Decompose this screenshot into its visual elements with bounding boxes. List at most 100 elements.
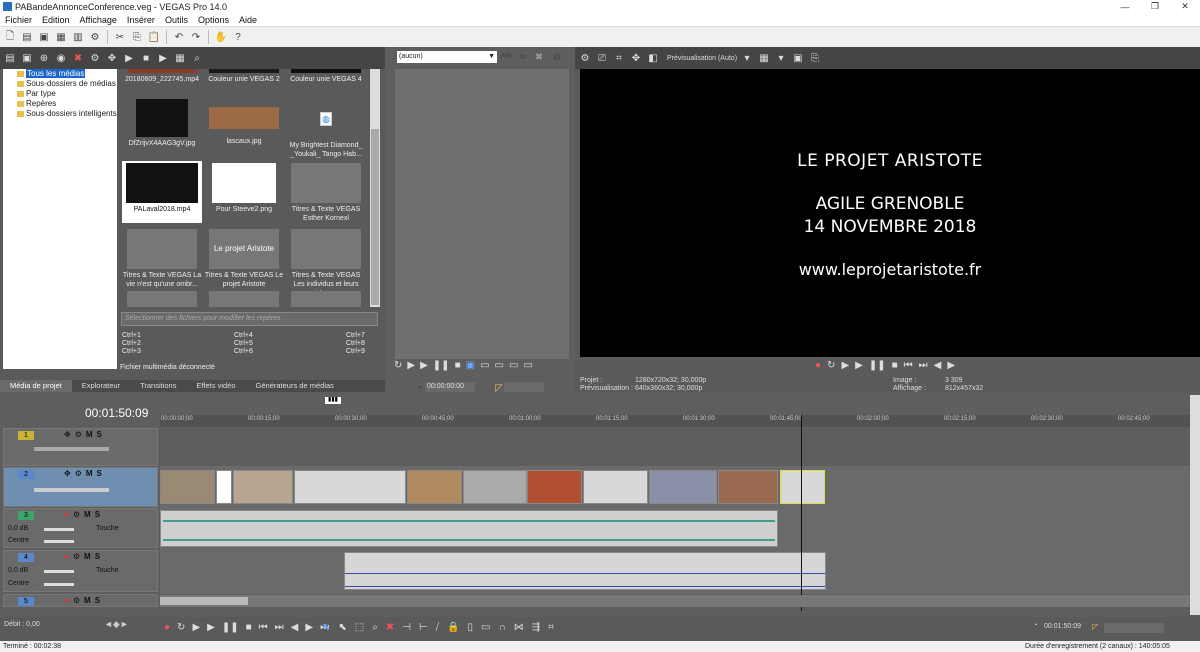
media-item[interactable]: Titres & Texte VEGAS Les individus et le… — [286, 229, 366, 298]
menu-outils[interactable]: Outils — [160, 15, 193, 25]
preview-screen[interactable]: LE PROJET ARISTOTE AGILE GRENOBLE 14 NOV… — [580, 69, 1200, 357]
arm-record-icon[interactable]: ● — [64, 510, 69, 519]
lock-icon[interactable]: 🔒 — [447, 622, 459, 633]
video-track-2-lane[interactable] — [160, 468, 1190, 506]
zoom-tool-icon[interactable]: ⌕ — [372, 622, 378, 633]
snapping-icon[interactable]: ∩ — [499, 622, 506, 633]
delete-icon[interactable]: ✖ — [386, 622, 394, 633]
normal-edit-tool-icon[interactable]: ⬉ — [322, 622, 330, 633]
event-fx-icon[interactable]: ⌗ — [548, 622, 554, 633]
mark-icon[interactable]: ▭ — [523, 360, 532, 371]
shortcut-label[interactable]: Ctrl+7 — [346, 332, 376, 339]
delete-icon[interactable]: ✖ — [532, 50, 546, 64]
import-media-icon[interactable]: ▤ — [3, 51, 17, 65]
play-icon[interactable]: ▶ — [855, 360, 863, 371]
go-end-icon[interactable]: ⏭ — [275, 622, 284, 633]
volume-slider[interactable] — [44, 528, 74, 531]
copy-snapshot-icon[interactable]: ⎘ — [808, 51, 822, 65]
tab-transitions[interactable]: Transitions — [130, 380, 186, 392]
tree-item-smart-subfolders[interactable]: Sous-dossiers intelligents — [3, 109, 117, 119]
go-start-icon[interactable]: ⏮ — [259, 622, 268, 633]
media-item[interactable]: Pour Steeve2.png — [204, 163, 284, 214]
media-item[interactable]: Couleur unie VEGAS 2 — [204, 69, 284, 84]
track-header-2[interactable]: 2 ✥ ⚙ M S — [3, 467, 158, 507]
media-item[interactable]: 20180609_222745.mp4 — [122, 69, 202, 84]
volume-envelope[interactable] — [345, 573, 825, 574]
snapshot-icon[interactable]: ▣ — [791, 51, 805, 65]
media-item-selected[interactable]: PALaval2018.mp4 — [122, 161, 202, 223]
video-clip[interactable] — [160, 470, 215, 504]
shortcut-label[interactable]: Ctrl+8 — [346, 340, 376, 347]
next-frame-icon[interactable]: ▶ — [947, 360, 955, 371]
media-fx-icon[interactable]: ⚙ — [88, 51, 102, 65]
auto-preview-icon[interactable]: ▶ — [156, 51, 170, 65]
views-icon[interactable]: ▦ — [173, 51, 187, 65]
overwrite-icon[interactable]: ▭ — [495, 360, 504, 371]
go-start-icon[interactable]: ⏮ — [904, 360, 913, 371]
shortcut-label[interactable]: Ctrl+2 — [122, 340, 234, 347]
split-icon[interactable]: ⧸ — [436, 622, 439, 633]
stop-icon[interactable]: ■ — [892, 360, 898, 371]
plugin-icon[interactable]: ✋ — [214, 30, 228, 44]
get-media-icon[interactable]: ⊕ — [37, 51, 51, 65]
new-file-icon[interactable]: 🗋 — [3, 30, 17, 44]
pause-icon[interactable]: ❚❚ — [433, 360, 450, 371]
media-item[interactable]: Couleur unie VEGAS 4 — [286, 69, 366, 84]
trimmer-options-icon[interactable]: ⧉ — [550, 50, 564, 64]
media-item[interactable]: Le projet Aristote Titres & Texte VEGAS L… — [204, 229, 284, 289]
chevron-down-icon[interactable]: ▾ — [740, 51, 754, 65]
scrollbar-thumb[interactable] — [371, 129, 379, 305]
media-item[interactable] — [204, 291, 284, 307]
properties-icon[interactable]: ⚙ — [88, 30, 102, 44]
loop-icon[interactable]: ↻ — [177, 622, 185, 633]
tab-media-generators[interactable]: Générateurs de médias — [246, 380, 344, 392]
shortcut-label[interactable]: Ctrl+4 — [234, 332, 346, 339]
text-icon[interactable]: ᴬᴮᶜ — [500, 50, 514, 64]
track-header-5[interactable]: 5 ● ⚙ M S — [3, 594, 158, 607]
insert-icon[interactable]: ▭ — [480, 360, 489, 371]
tree-item-all-media[interactable]: Tous les médias — [3, 69, 117, 79]
marker-flag-icon[interactable]: ▮▮▮ — [325, 397, 341, 404]
play-start-icon[interactable]: ▶ — [407, 360, 415, 371]
menu-aide[interactable]: Aide — [234, 15, 262, 25]
media-tools-icon[interactable]: ✥ — [105, 51, 119, 65]
menu-edition[interactable]: Edition — [37, 15, 75, 25]
loop-icon[interactable]: ↻ — [394, 360, 402, 371]
menu-options[interactable]: Options — [193, 15, 234, 25]
marker-icon[interactable]: ▯ — [468, 622, 474, 633]
trimmer-media-select[interactable]: (aucun) ▼ — [397, 51, 497, 63]
solo-button[interactable]: S — [95, 510, 100, 519]
prev-frame-icon[interactable]: ◀ — [291, 622, 299, 633]
audio-clip[interactable] — [344, 552, 826, 590]
replace-icon[interactable]: ▭ — [509, 360, 518, 371]
track-header-3[interactable]: 3 ● ⚙ M S 0,0 dB Touche Centre — [3, 508, 158, 548]
timeline-scrollbar[interactable] — [160, 595, 1190, 607]
media-item[interactable]: ◍ My Brightest Diamond_ _Youkali_ Tango H… — [286, 99, 366, 159]
solo-button[interactable]: S — [95, 552, 100, 561]
shortcut-label[interactable]: Ctrl+6 — [234, 348, 346, 355]
track-fx-icon[interactable]: ⚙ — [75, 469, 82, 478]
pause-icon[interactable]: ❚❚ — [869, 360, 886, 371]
track-level-slider[interactable] — [34, 447, 109, 451]
fx-icon[interactable]: ⌗ — [516, 50, 530, 64]
go-end-icon[interactable]: ⏭ — [919, 360, 928, 371]
menu-fichier[interactable]: Fichier — [0, 15, 37, 25]
next-frame-icon[interactable]: ▶ — [305, 622, 313, 633]
undo-icon[interactable]: ↶ — [172, 30, 186, 44]
mute-button[interactable]: M — [84, 596, 91, 605]
preview-properties-icon[interactable]: ⚙ — [578, 51, 592, 65]
track-level-slider[interactable] — [34, 488, 109, 492]
time-ruler[interactable]: 00:00:00;00 00:00:15;00 00:00:30;00 00:0… — [160, 415, 1190, 427]
automation-mode[interactable]: Touche — [96, 525, 119, 532]
audio-track-4-lane[interactable] — [160, 550, 1190, 592]
scrollbar-thumb[interactable] — [160, 597, 248, 605]
pause-icon[interactable]: ❚❚ — [222, 622, 239, 633]
track-motion-icon[interactable]: ⚙ — [73, 510, 80, 519]
render-icon[interactable]: ▥ — [71, 30, 85, 44]
pan-envelope[interactable] — [345, 586, 825, 587]
paste-icon[interactable]: 📋 — [147, 30, 161, 44]
marker-filter-field[interactable]: Sélectionner des fichiers pour modifier … — [121, 312, 378, 326]
cut-icon[interactable]: ✂ — [113, 30, 127, 44]
menu-inserer[interactable]: Insérer — [122, 15, 160, 25]
video-clip[interactable] — [407, 470, 462, 504]
